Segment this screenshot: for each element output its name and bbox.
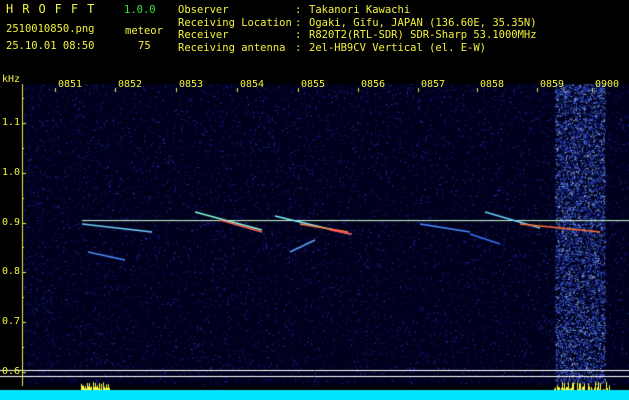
x-tick-label: 0853: [179, 79, 204, 90]
header: HROFFT 1.0.0 2510010850.png 25.10.01 08:…: [0, 0, 629, 72]
meteor-label: meteor: [125, 25, 163, 37]
info-row-antenna: Receiving antenna:2el-HB9CV Vertical (el…: [178, 42, 537, 55]
file-name: 2510010850.png: [6, 23, 95, 35]
x-tick-label: 0859: [540, 79, 565, 90]
station-info: Observer: Takanori Kawachi Receiving Loca…: [178, 4, 537, 54]
y-axis-unit: kHz: [2, 74, 21, 85]
x-tick-label: 0855: [301, 79, 326, 90]
info-key: Observer: [178, 4, 229, 16]
y-tick-label: 0.7: [2, 315, 21, 327]
info-sep: :: [295, 16, 302, 29]
info-sep: :: [295, 4, 302, 16]
x-tick-label: 0851: [58, 79, 83, 90]
x-tick-label: 0857: [421, 79, 446, 90]
info-row-receiver: Receiver: R820T2(RTL-SDR) SDR-Sharp 53.10…: [178, 29, 537, 42]
y-tick-label: 1.0: [2, 166, 21, 178]
y-tick-label: 1.1: [2, 117, 21, 129]
info-value: 2el-HB9CV Vertical (el. E-W): [309, 41, 487, 54]
x-tick-label: 0856: [361, 79, 386, 90]
info-row-observer: Observer: Takanori Kawachi: [178, 4, 537, 17]
y-tick-label: 0.8: [2, 266, 21, 278]
info-key: Receiver: [178, 29, 229, 41]
meteor-count: 75: [138, 40, 151, 52]
info-value: R820T2(RTL-SDR) SDR-Sharp 53.1000MHz: [309, 29, 537, 41]
x-tick-label: 0900: [595, 79, 620, 90]
info-key: Receiving antenna: [178, 41, 286, 54]
y-tick-label: 0.9: [2, 216, 21, 228]
date-time: 25.10.01 08:50: [6, 40, 95, 52]
info-sep: :: [295, 29, 302, 41]
y-tick-label: 0.6: [2, 365, 21, 377]
info-key: Receiving Location: [178, 16, 292, 29]
x-tick-label: 0852: [118, 79, 143, 90]
spectrogram-canvas: [0, 72, 629, 400]
info-value: Ogaki, Gifu, JAPAN (136.60E, 35.35N): [309, 16, 537, 29]
x-tick-label: 0858: [480, 79, 505, 90]
app-version: 1.0.0: [124, 4, 156, 16]
app-brand: HROFFT: [6, 2, 104, 16]
x-tick-label: 0854: [240, 79, 265, 90]
info-sep: :: [295, 41, 302, 54]
spectrogram: 0851 0852 0853 0854 0855 0856 0857 0858 0859 0900…: [0, 72, 629, 400]
info-value: Takanori Kawachi: [309, 4, 411, 16]
info-row-location: Receiving Location: Ogaki, Gifu, JAPAN (1…: [178, 17, 537, 30]
